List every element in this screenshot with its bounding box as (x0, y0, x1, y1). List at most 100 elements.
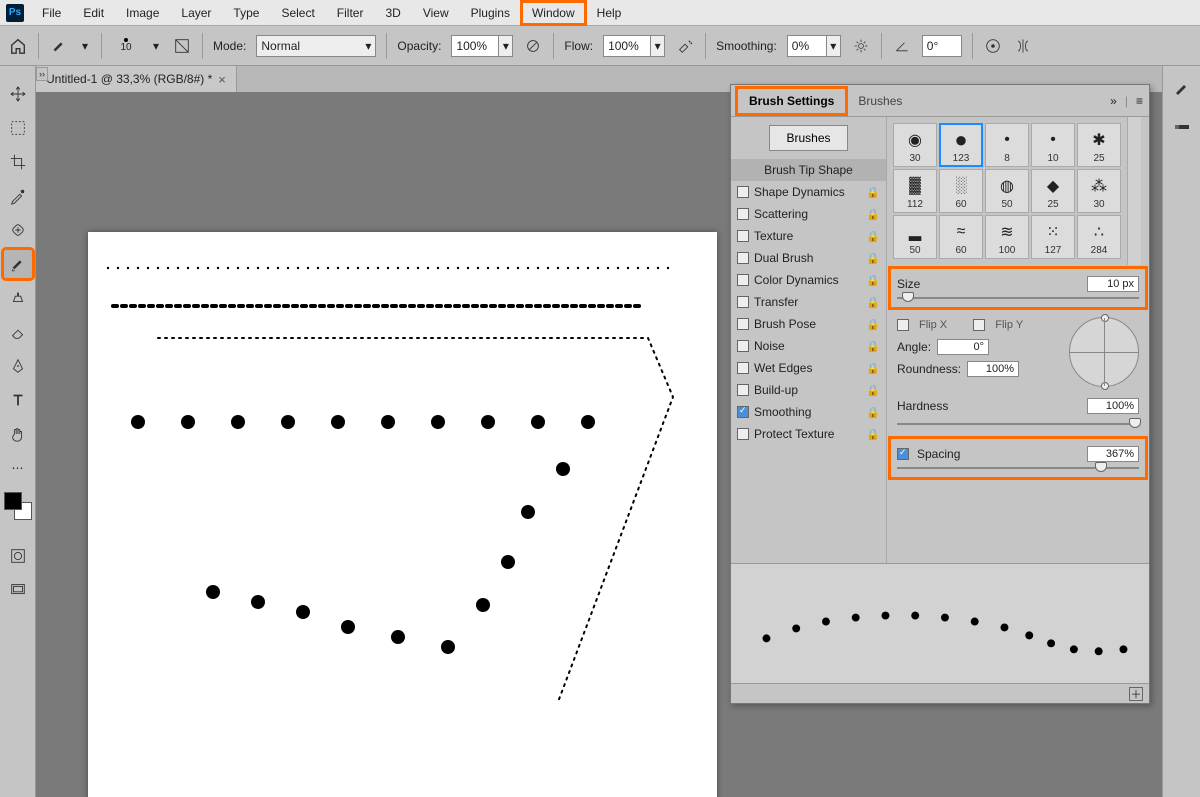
section-shape-dynamics[interactable]: Shape Dynamics🔒 (731, 181, 886, 203)
mode-select[interactable]: Normal▾ (256, 35, 376, 57)
brush-tip-cell[interactable]: ◆25 (1031, 169, 1075, 213)
hardness-slider[interactable] (897, 419, 1139, 429)
tool-preset-icon[interactable] (49, 36, 69, 56)
lock-icon[interactable]: 🔒 (866, 362, 880, 375)
type-tool[interactable] (4, 386, 32, 414)
brush-panel-icon[interactable] (172, 36, 192, 56)
spacing-slider[interactable] (897, 463, 1139, 473)
brush-tip-cell[interactable]: ░60 (939, 169, 983, 213)
expand-panels-icon[interactable]: ›› (36, 67, 48, 81)
lock-icon[interactable]: 🔒 (866, 340, 880, 353)
section-texture[interactable]: Texture🔒 (731, 225, 886, 247)
chevron-down-icon[interactable]: ▾ (499, 35, 513, 57)
chevron-down-icon[interactable]: ▾ (651, 35, 665, 57)
brush-tip-cell[interactable]: ▓112 (893, 169, 937, 213)
brush-tip-cell[interactable]: ⁂30 (1077, 169, 1121, 213)
spacing-checkbox[interactable] (897, 448, 909, 460)
swatches-shortcut-icon[interactable] (1169, 114, 1195, 140)
chevron-down-icon[interactable]: ▾ (827, 35, 841, 57)
pressure-opacity-icon[interactable] (523, 36, 543, 56)
flip-x-label[interactable]: Flip X (919, 319, 947, 331)
crop-tool[interactable] (4, 148, 32, 176)
menu-select[interactable]: Select (271, 2, 324, 24)
menu-plugins[interactable]: Plugins (461, 2, 520, 24)
marquee-tool[interactable] (4, 114, 32, 142)
roundness-input[interactable]: 100% (967, 361, 1019, 377)
lock-icon[interactable]: 🔒 (866, 406, 880, 419)
section-transfer[interactable]: Transfer🔒 (731, 291, 886, 313)
tab-brush-settings[interactable]: Brush Settings (737, 88, 846, 114)
brush-tip-cell[interactable]: ◍50 (985, 169, 1029, 213)
lock-icon[interactable]: 🔒 (866, 186, 880, 199)
pen-tool[interactable] (4, 352, 32, 380)
section-brush-tip-shape[interactable]: Brush Tip Shape (731, 159, 886, 181)
clone-stamp-tool[interactable] (4, 284, 32, 312)
brush-tip-cell[interactable]: ●123 (939, 123, 983, 167)
section-smoothing[interactable]: Smoothing🔒 (731, 401, 886, 423)
brush-tip-cell[interactable]: ⁙127 (1031, 215, 1075, 259)
opacity-input[interactable]: 100% (451, 35, 499, 57)
foreground-background-colors[interactable] (4, 492, 32, 520)
flow-input[interactable]: 100% (603, 35, 651, 57)
section-dual-brush[interactable]: Dual Brush🔒 (731, 247, 886, 269)
section-noise[interactable]: Noise🔒 (731, 335, 886, 357)
lock-icon[interactable]: 🔒 (866, 296, 880, 309)
symmetry-icon[interactable] (1013, 36, 1033, 56)
brushes-button[interactable]: Brushes (769, 125, 847, 151)
menu-3d[interactable]: 3D (375, 2, 410, 24)
spacing-input[interactable]: 367% (1087, 446, 1139, 462)
menu-window[interactable]: Window (522, 2, 585, 24)
section-build-up[interactable]: Build-up🔒 (731, 379, 886, 401)
menu-type[interactable]: Type (223, 2, 269, 24)
angle-input[interactable]: 0° (922, 35, 962, 57)
lock-icon[interactable]: 🔒 (866, 252, 880, 265)
section-color-dynamics[interactable]: Color Dynamics🔒 (731, 269, 886, 291)
eraser-tool[interactable] (4, 318, 32, 346)
brush-tip-cell[interactable]: ◉30 (893, 123, 937, 167)
brush-tip-cell[interactable]: •10 (1031, 123, 1075, 167)
collapse-icon[interactable]: » (1110, 94, 1117, 108)
size-input[interactable]: 10 px (1087, 276, 1139, 292)
lock-icon[interactable]: 🔒 (866, 274, 880, 287)
brush-tip-cell[interactable]: ≈60 (939, 215, 983, 259)
panel-menu-icon[interactable]: ≡ (1136, 94, 1143, 108)
move-tool[interactable] (4, 80, 32, 108)
brush-tip-cell[interactable]: ∴284 (1077, 215, 1121, 259)
menu-edit[interactable]: Edit (73, 2, 114, 24)
hardness-input[interactable]: 100% (1087, 398, 1139, 414)
canvas[interactable] (88, 232, 717, 797)
brush-size-preset[interactable]: 10 (112, 38, 140, 53)
brush-tip-cell[interactable]: ≋100 (985, 215, 1029, 259)
lock-icon[interactable]: 🔒 (866, 318, 880, 331)
size-slider[interactable] (897, 293, 1139, 303)
angle-dial[interactable] (1069, 317, 1139, 387)
scrollbar[interactable] (1127, 117, 1141, 265)
menu-file[interactable]: File (32, 2, 71, 24)
brush-tip-cell[interactable]: ▂50 (893, 215, 937, 259)
menu-layer[interactable]: Layer (171, 2, 221, 24)
pressure-size-icon[interactable] (983, 36, 1003, 56)
chevron-down-icon[interactable]: ▾ (79, 39, 91, 53)
airbrush-icon[interactable] (675, 36, 695, 56)
flip-y-label[interactable]: Flip Y (995, 319, 1023, 331)
quick-mask-icon[interactable] (4, 542, 32, 570)
healing-tool[interactable] (4, 216, 32, 244)
document-tab[interactable]: Untitled-1 @ 33,3% (RGB/8#) * × (36, 66, 237, 92)
eyedropper-tool[interactable] (4, 182, 32, 210)
smoothing-input[interactable]: 0% (787, 35, 827, 57)
angle-input[interactable]: 0° (937, 339, 989, 355)
brush-tip-cell[interactable]: •8 (985, 123, 1029, 167)
close-icon[interactable]: × (218, 72, 226, 87)
section-scattering[interactable]: Scattering🔒 (731, 203, 886, 225)
brush-tool[interactable] (4, 250, 32, 278)
section-protect-texture[interactable]: Protect Texture🔒 (731, 423, 886, 445)
new-preset-icon[interactable]: ＋ (1129, 687, 1143, 701)
lock-icon[interactable]: 🔒 (866, 428, 880, 441)
section-wet-edges[interactable]: Wet Edges🔒 (731, 357, 886, 379)
lock-icon[interactable]: 🔒 (866, 230, 880, 243)
home-icon[interactable] (8, 36, 28, 56)
more-tools[interactable]: ⋯ (4, 454, 32, 482)
screen-mode-icon[interactable] (4, 576, 32, 604)
tab-brushes[interactable]: Brushes (846, 88, 914, 114)
menu-view[interactable]: View (413, 2, 459, 24)
